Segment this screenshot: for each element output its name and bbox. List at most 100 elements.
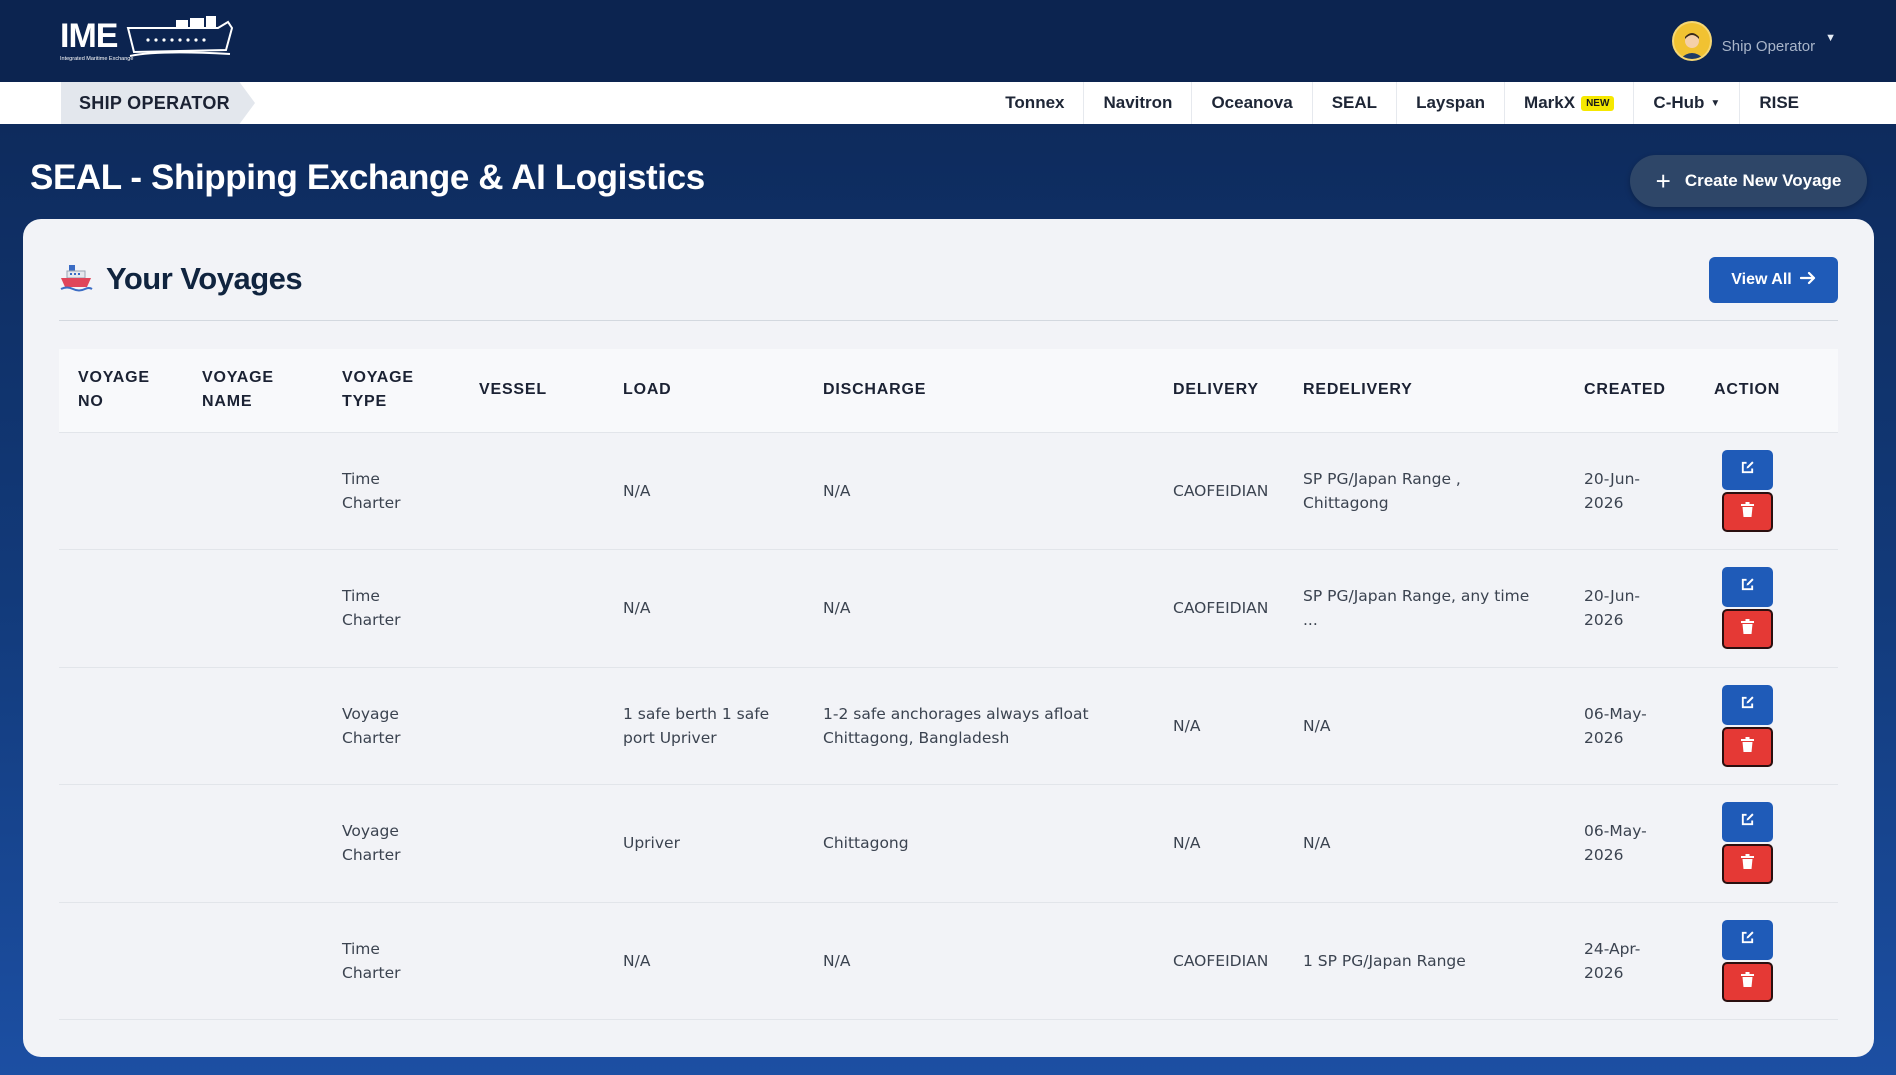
delete-button[interactable] xyxy=(1722,491,1773,532)
cell-delivery: CAOFEIDIAN xyxy=(1173,951,1269,970)
cell-voyage-no xyxy=(59,550,183,668)
edit-button[interactable] xyxy=(1722,684,1773,725)
col-action: ACTION xyxy=(1714,381,1781,399)
cell-delivery: N/A xyxy=(1173,834,1201,853)
delete-button[interactable] xyxy=(1722,844,1773,885)
cell-discharge: N/A xyxy=(823,951,851,970)
nav-links: Tonnex Navitron Oceanova SEAL Layspan Ma… xyxy=(986,82,1818,124)
cell-action xyxy=(1695,902,1838,1020)
cell-redelivery: SP PG/Japan Range , Chittagong xyxy=(1303,469,1461,512)
row-actions xyxy=(1714,449,1819,532)
cell-vessel xyxy=(460,667,604,785)
cell-load: N/A xyxy=(623,951,651,970)
avatar xyxy=(1671,21,1712,61)
voyages-table: VOYAGE NO VOYAGE NAME VOYAGE TYPE VESSEL… xyxy=(59,349,1838,1020)
nav-link-label: Oceanova xyxy=(1211,93,1293,112)
cell-created: 06-May-2026 xyxy=(1584,704,1647,747)
delete-button[interactable] xyxy=(1722,726,1773,767)
cell-load: 1 safe berth 1 safe port Upriver xyxy=(623,704,770,747)
nav-link-rise[interactable]: RISE xyxy=(1740,82,1818,124)
user-name: Ship Operator xyxy=(1721,37,1816,55)
col-load[interactable]: LOAD xyxy=(604,349,804,432)
row-actions xyxy=(1714,802,1819,885)
view-all-label: View All xyxy=(1731,271,1792,288)
col-voyage-type[interactable]: VOYAGE TYPE xyxy=(323,349,460,432)
svg-text:IME: IME xyxy=(60,17,118,55)
col-redelivery[interactable]: REDELIVERY xyxy=(1284,349,1565,432)
plus-icon: + xyxy=(1655,166,1671,196)
edit-icon xyxy=(1740,693,1755,717)
table-row[interactable]: Voyage Charter Upriver Chittagong N/A N/… xyxy=(59,784,1838,903)
table-row[interactable]: Time Charter N/A N/A CAOFEIDIAN SP PG/Ja… xyxy=(59,432,1838,550)
table-header-row: VOYAGE NO VOYAGE NAME VOYAGE TYPE VESSEL… xyxy=(59,349,1838,432)
cell-voyage-type: Time Charter xyxy=(342,469,401,512)
user-menu[interactable]: Ship Operator ▼ xyxy=(1671,20,1836,62)
nav-link-navitron[interactable]: Navitron xyxy=(1084,82,1193,124)
nav-link-label: MarkX xyxy=(1524,93,1576,112)
cell-voyage-name xyxy=(183,550,323,668)
nav-link-oceanova[interactable]: Oceanova xyxy=(1192,82,1313,124)
nav-link-markx[interactable]: MarkX NEW xyxy=(1505,82,1635,124)
ship-icon xyxy=(59,261,93,293)
ime-logo[interactable]: IME Integrated Maritime Exchange xyxy=(58,14,234,64)
col-voyage-name[interactable]: VOYAGE NAME xyxy=(183,349,323,432)
delete-button[interactable] xyxy=(1722,961,1773,1002)
cell-discharge: N/A xyxy=(823,599,851,618)
cell-voyage-no xyxy=(59,432,183,550)
role-label: SHIP OPERATOR xyxy=(61,82,255,124)
cell-delivery: N/A xyxy=(1173,716,1201,735)
nav-link-label: C-Hub xyxy=(1653,93,1705,112)
col-discharge[interactable]: DISCHARGE xyxy=(804,349,1154,432)
edit-button[interactable] xyxy=(1722,449,1773,490)
arrow-right-icon xyxy=(1799,271,1816,290)
nav-link-tonnex[interactable]: Tonnex xyxy=(986,82,1085,124)
table-row[interactable]: Time Charter N/A N/A CAOFEIDIAN SP PG/Ja… xyxy=(59,549,1838,668)
edit-icon xyxy=(1740,575,1755,599)
cell-created: 20-Jun-2026 xyxy=(1584,587,1640,630)
col-delivery[interactable]: DELIVERY xyxy=(1154,349,1284,432)
divider xyxy=(59,320,1838,321)
delete-button[interactable] xyxy=(1722,609,1773,650)
chevron-down-icon[interactable]: ▼ xyxy=(1825,32,1836,44)
col-vessel[interactable]: VESSEL xyxy=(460,349,604,432)
cell-discharge: N/A xyxy=(823,481,851,500)
edit-button[interactable] xyxy=(1722,567,1773,608)
trash-icon xyxy=(1741,735,1754,759)
row-actions xyxy=(1714,919,1819,1002)
cell-voyage-type: Voyage Charter xyxy=(342,822,401,865)
cell-voyage-type: Time Charter xyxy=(342,587,401,630)
nav-link-label: Tonnex xyxy=(1005,93,1065,112)
create-new-voyage-button[interactable]: + Create New Voyage xyxy=(1630,155,1867,207)
row-actions xyxy=(1714,567,1819,650)
cell-load: N/A xyxy=(623,599,651,618)
nav-link-label: RISE xyxy=(1759,93,1799,112)
nav-link-c-hub[interactable]: C-Hub ▼ xyxy=(1634,82,1741,124)
edit-button[interactable] xyxy=(1722,802,1773,843)
col-created[interactable]: CREATED xyxy=(1565,349,1695,432)
cell-load: Upriver xyxy=(623,834,680,853)
nav-link-layspan[interactable]: Layspan xyxy=(1397,82,1506,124)
view-all-button[interactable]: View All xyxy=(1709,257,1838,303)
trash-icon xyxy=(1741,852,1754,876)
cell-action xyxy=(1695,550,1838,668)
table-row[interactable]: Time Charter N/A N/A CAOFEIDIAN 1 SP PG/… xyxy=(59,902,1838,1020)
voyages-card: Your Voyages View All VOYAGE NO VOYAGE N… xyxy=(23,219,1874,1057)
table-row[interactable]: Voyage Charter 1 safe berth 1 safe port … xyxy=(59,667,1838,785)
edit-icon xyxy=(1740,928,1755,952)
module-nav: SHIP OPERATOR Tonnex Navitron Oceanova S… xyxy=(0,82,1896,124)
cell-created: 24-Apr-2026 xyxy=(1584,939,1641,982)
cell-voyage-no xyxy=(59,902,183,1020)
nav-link-label: Navitron xyxy=(1103,93,1173,112)
logo-subtitle: Integrated Maritime Exchange xyxy=(60,56,133,62)
nav-link-seal[interactable]: SEAL xyxy=(1313,82,1398,124)
trash-icon xyxy=(1741,500,1754,524)
page-title: SEAL - Shipping Exchange & AI Logistics xyxy=(30,158,705,197)
trash-icon xyxy=(1741,970,1754,994)
cell-voyage-no xyxy=(59,667,183,785)
cell-voyage-no xyxy=(59,785,183,903)
edit-button[interactable] xyxy=(1722,919,1773,960)
cell-redelivery: N/A xyxy=(1303,716,1331,735)
cell-discharge: 1-2 safe anchorages always afloat Chitta… xyxy=(823,704,1089,747)
col-voyage-no[interactable]: VOYAGE NO xyxy=(59,349,183,432)
card-title: Your Voyages xyxy=(106,261,303,296)
